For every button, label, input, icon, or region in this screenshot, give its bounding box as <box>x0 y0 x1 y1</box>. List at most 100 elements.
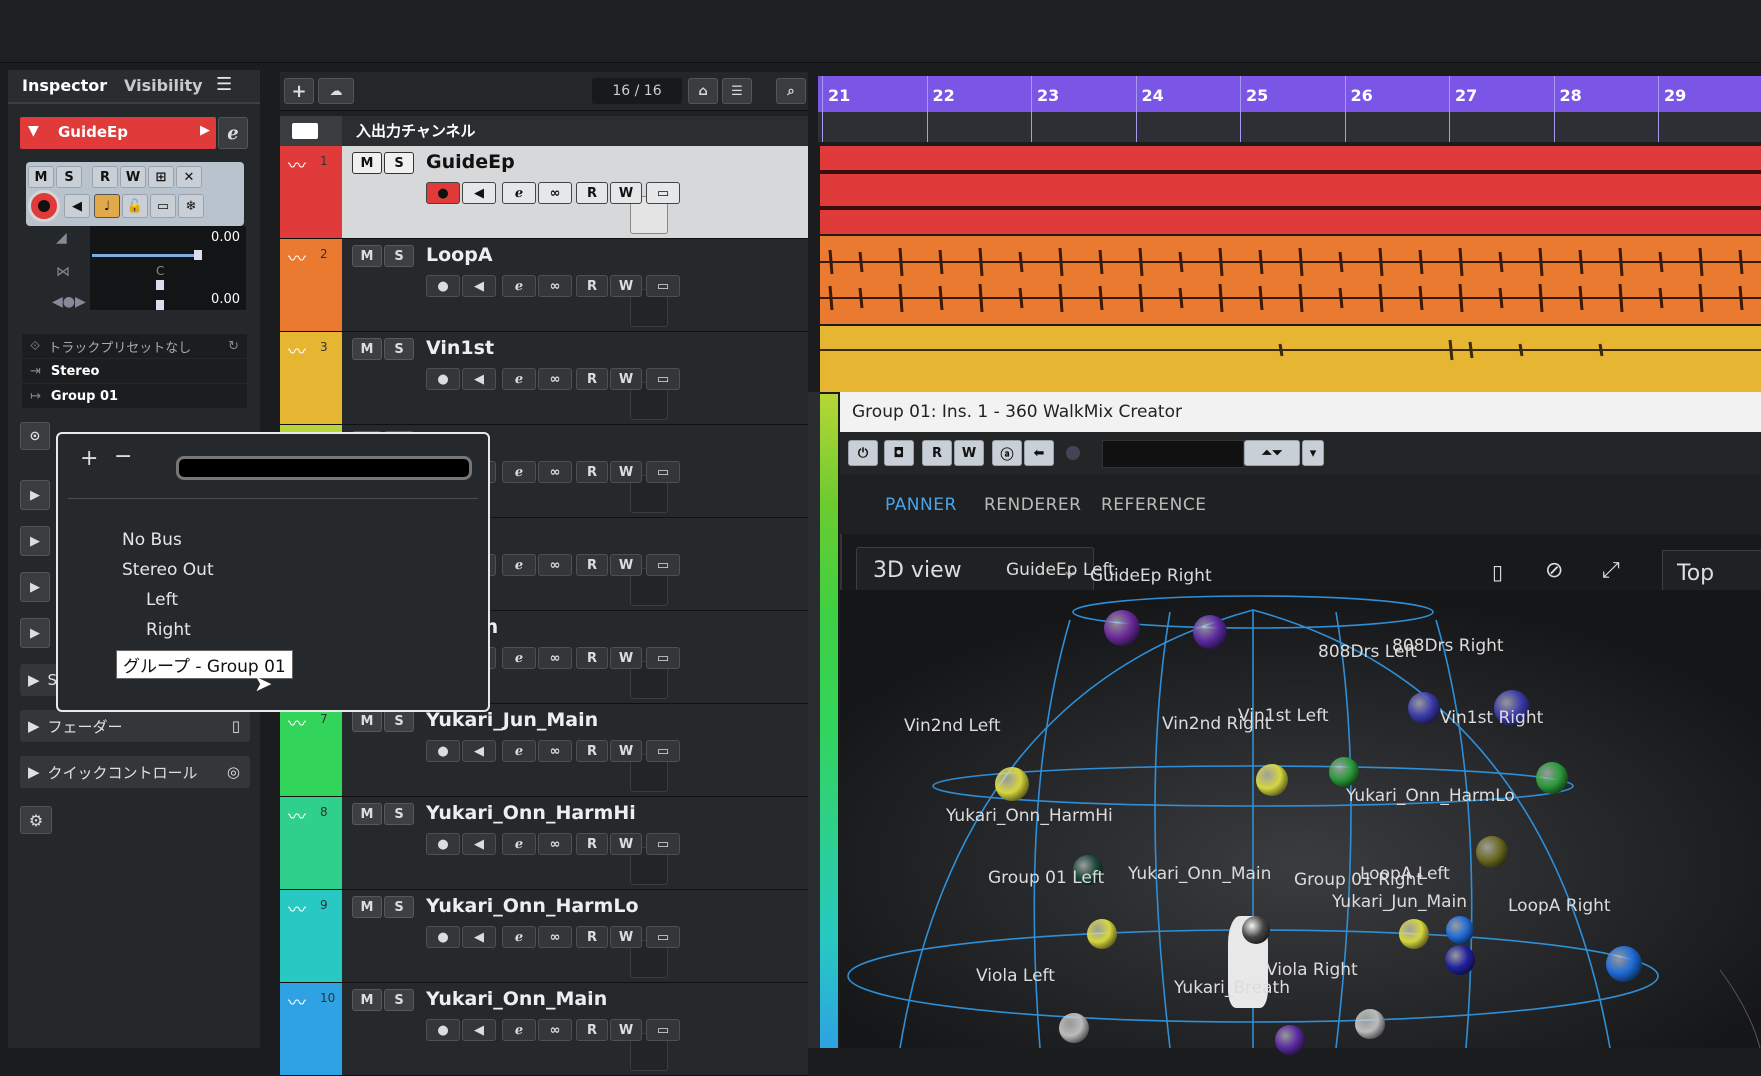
write-button[interactable]: W <box>610 1019 642 1041</box>
read-button[interactable]: R <box>576 368 608 390</box>
knob-icon[interactable]: ◎ <box>227 763 240 781</box>
add-icon[interactable]: + <box>80 446 98 471</box>
menu-icon[interactable]: ☰ <box>216 74 232 95</box>
read-button[interactable]: R <box>576 275 608 297</box>
panner-object[interactable] <box>1256 764 1288 796</box>
record-enable-icon[interactable]: ● <box>426 275 460 297</box>
record-enable-icon[interactable]: ● <box>426 368 460 390</box>
solo-button[interactable]: S <box>384 338 414 360</box>
panner-object[interactable] <box>1399 919 1429 949</box>
link-icon[interactable]: ∞ <box>538 740 572 762</box>
bypass-icon[interactable]: ◘ <box>884 440 914 466</box>
mute-button[interactable]: M <box>28 166 54 188</box>
link-icon[interactable]: ∞ <box>538 275 572 297</box>
section-expand[interactable]: ▶ <box>20 618 50 648</box>
edit-icon[interactable]: ℯ <box>502 647 536 669</box>
track-row[interactable]: 〰 2 M S LoopA ● ◀ ℯ ∞ R W ▭ <box>280 239 808 332</box>
record-enable-icon[interactable]: ● <box>426 833 460 855</box>
read-automation-button[interactable]: R <box>922 440 952 466</box>
solo-button[interactable]: S <box>384 803 414 825</box>
bus-search-field[interactable] <box>176 456 472 480</box>
lanes-icon[interactable]: ▭ <box>646 368 680 390</box>
link-icon[interactable]: ∞ <box>538 833 572 855</box>
track-row[interactable]: 〰 8 M S Yukari_Onn_HarmHi ● ◀ ℯ ∞ R W ▭ <box>280 797 808 890</box>
volume-handle[interactable] <box>194 250 202 260</box>
monitor-icon[interactable]: ◀ <box>462 1019 496 1041</box>
link-icon[interactable]: ∞ <box>538 926 572 948</box>
add-folder-icon[interactable]: ☁ <box>318 78 354 104</box>
panner-object[interactable] <box>1445 945 1475 975</box>
bus-item-left[interactable]: Left <box>146 590 178 610</box>
track-row[interactable]: 〰 9 M S Yukari_Onn_HarmLo ● ◀ ℯ ∞ R W ▭ <box>280 890 808 983</box>
panner-object[interactable] <box>1536 762 1568 794</box>
solo-button[interactable]: S <box>384 245 414 267</box>
freeze-icon[interactable]: ❄ <box>178 194 204 218</box>
tab-renderer[interactable]: RENDERER <box>984 495 1081 515</box>
solo-button[interactable]: S <box>384 896 414 918</box>
audio-clip-vin1st[interactable] <box>820 326 1761 392</box>
monitor-icon[interactable]: ◀ <box>462 368 496 390</box>
read-button[interactable]: R <box>576 926 608 948</box>
lanes-icon[interactable]: ▭ <box>646 461 680 483</box>
lanes-icon[interactable]: ▭ <box>150 194 176 218</box>
track-name[interactable]: LoopA <box>426 244 493 266</box>
track-name[interactable]: Yukari_Onn_HarmLo <box>426 895 639 917</box>
write-button[interactable]: W <box>610 275 642 297</box>
panner-object[interactable] <box>1408 692 1440 724</box>
link-icon[interactable]: ∞ <box>538 647 572 669</box>
read-button[interactable]: R <box>576 1019 608 1041</box>
write-button[interactable]: W <box>610 926 642 948</box>
bus-item-stereo-out[interactable]: Stereo Out <box>122 560 214 580</box>
monitor-icon[interactable]: ◀ <box>462 275 496 297</box>
edit-icon[interactable]: ℯ <box>502 554 536 576</box>
panner-object[interactable] <box>1087 919 1117 949</box>
write-button[interactable]: W <box>610 833 642 855</box>
tab-reference[interactable]: REFERENCE <box>1101 495 1206 515</box>
lanes-icon[interactable]: ▭ <box>646 275 680 297</box>
edit-icon[interactable]: ℯ <box>502 275 536 297</box>
pan-handle[interactable] <box>156 280 164 290</box>
track-row[interactable]: 〰 3 M S Vin1st ● ◀ ℯ ∞ R W ▭ <box>280 332 808 425</box>
link-icon[interactable]: ∞ <box>538 1019 572 1041</box>
monitor-icon[interactable]: ◀ <box>462 926 496 948</box>
lock-icon[interactable]: 🔓 <box>122 194 148 218</box>
collapse-icon[interactable]: ▼ <box>28 123 39 139</box>
record-enable-icon[interactable]: ● <box>426 740 460 762</box>
section-expand[interactable]: ▶ <box>20 572 50 602</box>
list-icon[interactable]: ☰ <box>722 78 752 104</box>
track-name[interactable]: GuideEp <box>426 151 515 173</box>
lanes-icon[interactable]: ▭ <box>646 1019 680 1041</box>
track-name[interactable]: Yukari_Onn_Main <box>426 988 607 1010</box>
lanes-icon[interactable]: ▭ <box>646 647 680 669</box>
section-quick-controls[interactable]: ▶ クイックコントロール ◎ <box>20 756 250 788</box>
section-expand[interactable]: ▶ <box>20 480 50 510</box>
track-row[interactable]: 〰 10 M S Yukari_Onn_Main ● ◀ ℯ ∞ R W ▭ <box>280 983 808 1076</box>
mute-button[interactable]: M <box>352 245 382 267</box>
tab-inspector[interactable]: Inspector <box>22 76 107 95</box>
record-enable-icon[interactable]: ● <box>426 182 460 204</box>
inspector-track-name[interactable]: ▼ GuideEp ▶ <box>20 117 216 149</box>
edit-icon[interactable]: ℯ <box>502 1019 536 1041</box>
search-icon[interactable]: ⌕ <box>776 78 806 104</box>
edit-icon[interactable]: ℯ <box>502 461 536 483</box>
balance-handle[interactable] <box>156 300 164 310</box>
panner-object[interactable] <box>1606 946 1642 982</box>
audio-clip-guideep[interactable] <box>820 146 1761 234</box>
panner-object[interactable] <box>1476 836 1508 868</box>
tab-panner[interactable]: PANNER <box>885 495 957 515</box>
solo-button[interactable]: S <box>384 710 414 732</box>
volume-slider[interactable] <box>92 254 196 257</box>
write-button[interactable]: W <box>610 740 642 762</box>
preset-up-down-icon[interactable]: ⏶⏷ <box>1244 440 1300 466</box>
write-button[interactable]: W <box>610 461 642 483</box>
timeline-ruler[interactable] <box>818 76 1761 112</box>
fader-icon[interactable]: ▯ <box>232 717 240 735</box>
channel-icon[interactable]: ⊙ <box>20 422 50 450</box>
record-enable-icon[interactable]: ● <box>426 926 460 948</box>
grid-icon[interactable]: ⊞ <box>148 166 174 188</box>
read-button[interactable]: R <box>576 740 608 762</box>
mute-button[interactable]: M <box>352 989 382 1011</box>
section-fader[interactable]: ▶ フェーダー ▯ <box>20 710 250 742</box>
home-icon[interactable]: ⌂ <box>688 78 718 104</box>
preset-menu-icon[interactable]: ▾ <box>1302 440 1324 466</box>
